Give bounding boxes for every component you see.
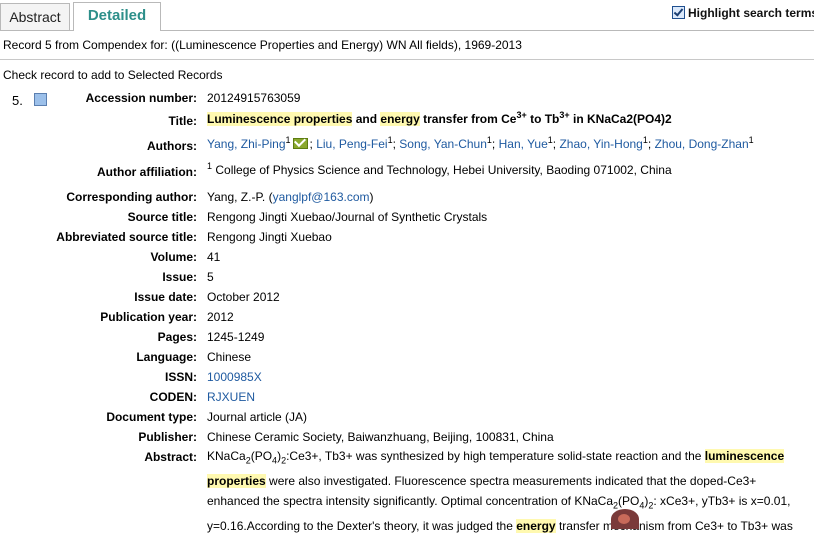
affiliation-value: 1 College of Physics Science and Technol… bbox=[207, 161, 672, 177]
check-record-text: Check record to add to Selected Records bbox=[3, 68, 223, 82]
pub-year-value: 2012 bbox=[207, 310, 234, 324]
source-title-label: Source title: bbox=[127, 210, 197, 224]
abstract-seg: (PO bbox=[250, 449, 273, 463]
title-text-3: to Tb bbox=[526, 112, 560, 126]
issn-label: ISSN: bbox=[164, 370, 197, 384]
coden-label: CODEN: bbox=[149, 390, 197, 404]
affiliation-label: Author affiliation: bbox=[97, 165, 197, 179]
publisher-value: Chinese Ceramic Society, Baiwanzhuang, B… bbox=[207, 430, 554, 444]
abstract-highlight-2: energy bbox=[516, 519, 556, 534]
issue-value: 5 bbox=[207, 270, 214, 284]
pages-value: 1245-1249 bbox=[207, 330, 265, 344]
abstract-seg: (PO bbox=[618, 494, 640, 509]
author-separator: ; bbox=[647, 137, 652, 151]
affiliation-text: College of Physics Science and Technolog… bbox=[212, 163, 672, 177]
highlight-checkbox[interactable] bbox=[672, 6, 685, 19]
title-sup-2: 3+ bbox=[559, 110, 570, 120]
title-text-2: transfer from Ce bbox=[419, 112, 517, 126]
author-separator: ; bbox=[309, 137, 313, 151]
doctype-value: Journal article (JA) bbox=[207, 410, 308, 424]
abstract-seg: KNaCa bbox=[207, 449, 246, 463]
tab-abstract[interactable]: Abstract bbox=[0, 3, 70, 30]
tab-detailed[interactable]: Detailed bbox=[73, 2, 161, 31]
corresponding-email-link[interactable]: yanglpf@163.com bbox=[273, 190, 370, 204]
record-number: 5. bbox=[12, 93, 23, 108]
author-link[interactable]: Zhao, Yin-Hong bbox=[559, 137, 642, 151]
title-highlight-1: Luminescence properties bbox=[207, 112, 353, 126]
corresponding-value: Yang, Z.-P. (yanglpf@163.com) bbox=[207, 190, 374, 204]
author-separator: ; bbox=[392, 137, 396, 151]
issn-link[interactable]: 1000985X bbox=[207, 370, 262, 384]
accession-value: 20124915763059 bbox=[207, 91, 301, 105]
abstract-seg: :Ce3+, Tb3+ was synthesized by high temp… bbox=[286, 449, 705, 463]
volume-label: Volume: bbox=[150, 250, 197, 264]
author-aff: 1 bbox=[748, 135, 754, 145]
issue-date-label: Issue date: bbox=[134, 290, 197, 304]
abstract-text: KNaCa2(PO4)2:Ce3+, Tb3+ was synthesized … bbox=[207, 446, 803, 537]
publisher-label: Publisher: bbox=[138, 430, 197, 444]
title-label: Title: bbox=[168, 114, 197, 128]
author-link[interactable]: Liu, Peng-Fei bbox=[316, 137, 387, 151]
coden-link[interactable]: RJXUEN bbox=[207, 390, 255, 404]
corresponding-label: Corresponding author: bbox=[66, 190, 197, 204]
corresponding-name: Yang, Z.-P. ( bbox=[207, 190, 273, 204]
author-separator: ; bbox=[491, 137, 496, 151]
issue-label: Issue: bbox=[162, 270, 197, 284]
cursor-overlay bbox=[611, 509, 639, 529]
abbrev-source-value: Rengong Jingti Xuebao bbox=[207, 230, 332, 244]
record-select-checkbox[interactable] bbox=[34, 93, 47, 106]
author-separator: ; bbox=[552, 137, 557, 151]
highlight-label: Highlight search terms bbox=[688, 6, 814, 20]
pub-year-label: Publication year: bbox=[100, 310, 197, 324]
title-sup-1: 3+ bbox=[516, 110, 527, 120]
author-link[interactable]: Song, Yan-Chun bbox=[399, 137, 487, 151]
language-label: Language: bbox=[136, 350, 197, 364]
corresponding-close: ) bbox=[369, 190, 374, 204]
abstract-label: Abstract: bbox=[144, 450, 197, 464]
pages-label: Pages: bbox=[157, 330, 197, 344]
email-icon[interactable] bbox=[292, 138, 308, 149]
author-link[interactable]: Yang, Zhi-Ping bbox=[207, 137, 286, 151]
issue-date-value: October 2012 bbox=[207, 290, 280, 304]
title-text-1: and bbox=[352, 112, 381, 126]
divider bbox=[0, 59, 814, 60]
author-link[interactable]: Zhou, Dong-Zhan bbox=[655, 137, 749, 151]
doctype-label: Document type: bbox=[106, 410, 197, 424]
author-aff: 1 bbox=[285, 135, 291, 145]
authors-list: Yang, Zhi-Ping1; Liu, Peng-Fei1; Song, Y… bbox=[207, 135, 754, 151]
author-link[interactable]: Han, Yue bbox=[499, 137, 548, 151]
record-info: Record 5 from Compendex for: ((Luminesce… bbox=[3, 38, 522, 52]
volume-value: 41 bbox=[207, 250, 221, 264]
abbrev-source-label: Abbreviated source title: bbox=[56, 230, 197, 244]
source-title-value: Rengong Jingti Xuebao/Journal of Synthet… bbox=[207, 210, 488, 224]
title-highlight-2: energy bbox=[380, 112, 420, 126]
abstract-seg: transfer mechanism from Ce3+ to Tb3+ was bbox=[555, 519, 793, 534]
authors-label: Authors: bbox=[147, 139, 197, 153]
language-value: Chinese bbox=[207, 350, 252, 364]
record-title: Luminescence properties and energy trans… bbox=[207, 110, 672, 126]
accession-label: Accession number: bbox=[85, 91, 197, 105]
title-text-4: in KNaCa2(PO4)2 bbox=[569, 112, 672, 126]
highlight-search-terms-toggle[interactable]: Highlight search terms bbox=[672, 6, 814, 20]
